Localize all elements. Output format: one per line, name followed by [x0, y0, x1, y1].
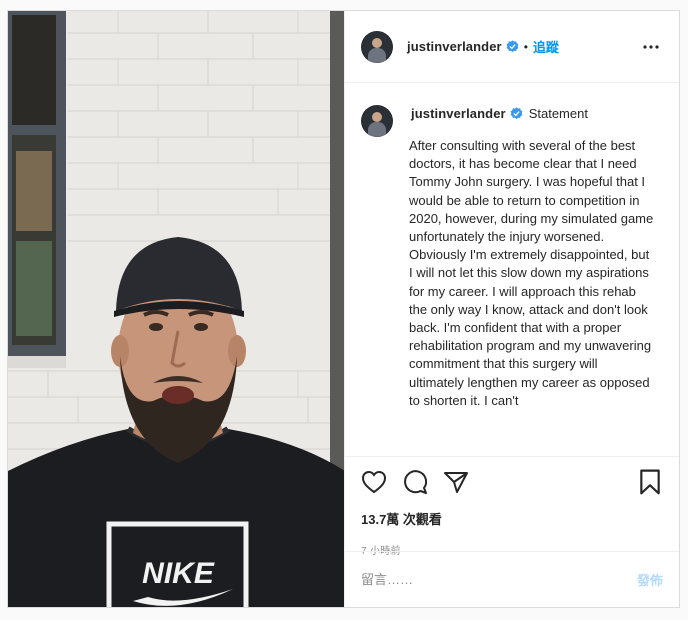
post-dialog: NIKE justinverlander • 追蹤 justinverlande…	[7, 10, 680, 608]
caption-title: Statement	[528, 105, 588, 121]
bookmark-icon[interactable]	[637, 469, 663, 495]
post-username[interactable]: justinverlander	[407, 39, 502, 54]
shirt-logo-text: NIKE	[142, 557, 215, 590]
verified-badge-icon	[510, 106, 523, 120]
post-video[interactable]: NIKE	[8, 11, 344, 607]
video-frame: NIKE	[8, 11, 344, 607]
post-comment-button[interactable]: 發佈	[637, 570, 663, 589]
verified-badge-icon	[506, 40, 519, 53]
follow-button[interactable]: 追蹤	[533, 37, 559, 56]
avatar[interactable]	[361, 30, 393, 63]
caption-area[interactable]: justinverlander Statement After consulti…	[345, 83, 679, 456]
comment-box: 發佈	[345, 551, 679, 607]
caption: justinverlander Statement After consulti…	[361, 99, 663, 410]
share-icon[interactable]	[443, 469, 469, 495]
post-header: justinverlander • 追蹤	[345, 11, 679, 83]
comment-input[interactable]	[361, 572, 637, 587]
heart-icon[interactable]	[361, 469, 387, 495]
comment-icon[interactable]	[402, 469, 428, 495]
view-count[interactable]: 13.7萬 次觀看	[361, 509, 663, 528]
caption-avatar[interactable]	[361, 105, 393, 137]
caption-username[interactable]: justinverlander	[411, 106, 506, 121]
action-bar: 13.7萬 次觀看 7 小時前	[345, 456, 679, 557]
separator-dot: •	[523, 39, 528, 54]
more-options-icon[interactable]	[639, 35, 663, 59]
caption-text: After consulting with several of the bes…	[409, 138, 654, 408]
post-sidebar: justinverlander • 追蹤 justinverlander Sta…	[344, 11, 679, 607]
